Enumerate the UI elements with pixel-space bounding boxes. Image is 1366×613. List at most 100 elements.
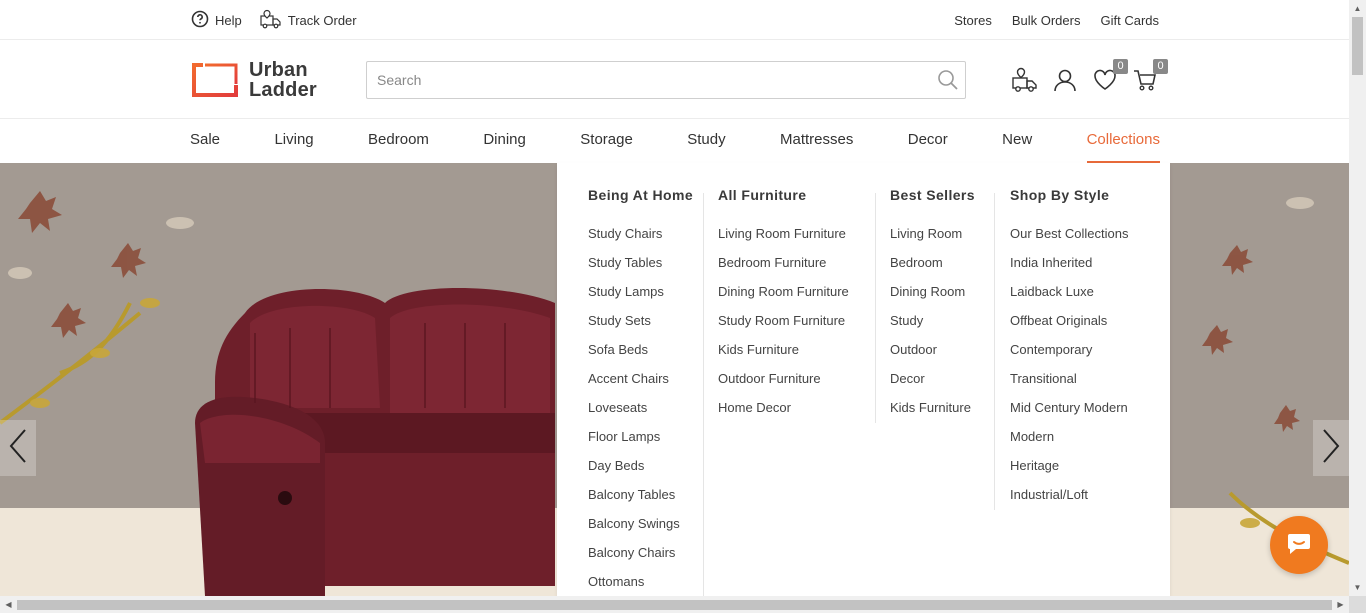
bulk-orders-link[interactable]: Bulk Orders xyxy=(1012,13,1081,28)
mega-link-living-room[interactable]: Living Room xyxy=(890,224,971,253)
nav-item-sale[interactable]: Sale xyxy=(190,119,220,163)
mega-column-links: Study Chairs Study Tables Study Lamps Study… xyxy=(588,224,680,601)
search-icon[interactable] xyxy=(937,69,959,96)
mega-link-transitional[interactable]: Transitional xyxy=(1010,369,1129,398)
mega-link-study-tables[interactable]: Study Tables xyxy=(588,253,680,282)
mega-link-study-chairs[interactable]: Study Chairs xyxy=(588,224,680,253)
logo-line-2: Ladder xyxy=(249,79,317,101)
mega-column-links: Living Room Bedroom Dining Room Study Outdoo… xyxy=(890,224,971,427)
nav-item-mattresses[interactable]: Mattresses xyxy=(780,119,853,163)
vertical-scrollbar[interactable]: ▲ ▼ xyxy=(1349,0,1366,596)
urban-ladder-logo[interactable]: Urban Ladder xyxy=(191,60,317,100)
recliner-sofa-image xyxy=(195,288,555,596)
cart-count-badge: 0 xyxy=(1153,59,1168,74)
mega-link-dining-room[interactable]: Dining Room xyxy=(890,282,971,311)
store-locator-icon[interactable] xyxy=(1012,67,1038,93)
chat-icon xyxy=(1286,531,1312,560)
track-order-link[interactable]: Track Order xyxy=(260,9,357,32)
mega-link-balcony-chairs[interactable]: Balcony Chairs xyxy=(588,543,680,572)
mega-link-kids-furniture[interactable]: Kids Furniture xyxy=(890,398,971,427)
mega-link-bedroom-furniture[interactable]: Bedroom Furniture xyxy=(718,253,849,282)
top-bar-right: Stores Bulk Orders Gift Cards xyxy=(954,0,1159,40)
mega-column-links: Our Best Collections India Inherited Laidb… xyxy=(1010,224,1129,514)
logo-line-1: Urban xyxy=(249,59,308,81)
mega-link-our-best-collections[interactable]: Our Best Collections xyxy=(1010,224,1129,253)
mega-link-balcony-tables[interactable]: Balcony Tables xyxy=(588,485,680,514)
mega-link-contemporary[interactable]: Contemporary xyxy=(1010,340,1129,369)
nav-item-collections[interactable]: Collections xyxy=(1086,119,1160,163)
chevron-left-icon xyxy=(8,428,28,469)
horizontal-scrollbar[interactable]: ◀ ▶ xyxy=(0,596,1349,613)
mega-link-mid-century-modern[interactable]: Mid Century Modern xyxy=(1010,398,1129,427)
mega-link-study-lamps[interactable]: Study Lamps xyxy=(588,282,680,311)
gift-cards-link[interactable]: Gift Cards xyxy=(1100,13,1159,28)
mega-link-bedroom[interactable]: Bedroom xyxy=(890,253,971,282)
chevron-right-icon xyxy=(1321,428,1341,469)
main-header: Urban Ladder 0 0 xyxy=(0,41,1349,119)
carousel-prev-button[interactable] xyxy=(0,420,36,476)
help-link[interactable]: Help xyxy=(191,10,242,31)
profile-icon[interactable] xyxy=(1052,67,1078,93)
mega-link-day-beds[interactable]: Day Beds xyxy=(588,456,680,485)
cart-icon[interactable]: 0 xyxy=(1132,59,1168,93)
scroll-down-icon[interactable]: ▼ xyxy=(1349,579,1366,596)
nav-item-decor[interactable]: Decor xyxy=(908,119,948,163)
mega-link-outdoor-furniture[interactable]: Outdoor Furniture xyxy=(718,369,849,398)
column-divider xyxy=(875,193,876,423)
header-icons: 0 0 xyxy=(1012,59,1168,93)
scroll-up-icon[interactable]: ▲ xyxy=(1349,0,1366,17)
help-label: Help xyxy=(215,12,242,28)
mega-link-accent-chairs[interactable]: Accent Chairs xyxy=(588,369,680,398)
nav-item-dining[interactable]: Dining xyxy=(483,119,526,163)
nav-item-storage[interactable]: Storage xyxy=(580,119,633,163)
mega-column-heading: Shop By Style xyxy=(1010,187,1110,203)
track-order-icon xyxy=(260,9,282,32)
mega-link-offbeat-originals[interactable]: Offbeat Originals xyxy=(1010,311,1129,340)
mega-link-decor[interactable]: Decor xyxy=(890,369,971,398)
mega-link-study-sets[interactable]: Study Sets xyxy=(588,311,680,340)
vertical-scroll-thumb[interactable] xyxy=(1352,17,1363,75)
column-divider xyxy=(994,193,995,510)
category-nav-list: Sale Living Bedroom Dining Storage Study Mattr… xyxy=(190,119,1160,163)
mega-link-floor-lamps[interactable]: Floor Lamps xyxy=(588,427,680,456)
mega-column-heading: Being At Home xyxy=(588,187,694,203)
mega-link-study[interactable]: Study xyxy=(890,311,971,340)
scroll-right-icon[interactable]: ▶ xyxy=(1332,596,1349,613)
horizontal-scroll-thumb[interactable] xyxy=(17,600,1332,610)
mega-link-india-inherited[interactable]: India Inherited xyxy=(1010,253,1129,282)
scrollbar-corner xyxy=(1349,596,1366,613)
mega-link-home-decor[interactable]: Home Decor xyxy=(718,398,849,427)
mega-column-heading: All Furniture xyxy=(718,187,807,203)
mega-link-sofa-beds[interactable]: Sofa Beds xyxy=(588,340,680,369)
stores-link[interactable]: Stores xyxy=(954,13,992,28)
mega-link-modern[interactable]: Modern xyxy=(1010,427,1129,456)
mega-link-living-room-furniture[interactable]: Living Room Furniture xyxy=(718,224,849,253)
mega-link-industrial-loft[interactable]: Industrial/Loft xyxy=(1010,485,1129,514)
column-divider xyxy=(703,193,704,596)
mega-link-kids-furniture[interactable]: Kids Furniture xyxy=(718,340,849,369)
mega-link-dining-room-furniture[interactable]: Dining Room Furniture xyxy=(718,282,849,311)
nav-item-living[interactable]: Living xyxy=(274,119,313,163)
logo-text: Urban Ladder xyxy=(249,60,317,100)
mega-link-heritage[interactable]: Heritage xyxy=(1010,456,1129,485)
logo-mark-icon xyxy=(191,62,239,98)
track-order-label: Track Order xyxy=(287,12,357,28)
top-bar: Help Track Order Stores Bulk Orders Gift… xyxy=(0,0,1349,40)
mega-link-balcony-swings[interactable]: Balcony Swings xyxy=(588,514,680,543)
mega-link-loveseats[interactable]: Loveseats xyxy=(588,398,680,427)
carousel-next-button[interactable] xyxy=(1313,420,1349,476)
mega-column-heading: Best Sellers xyxy=(890,187,975,203)
wishlist-count-badge: 0 xyxy=(1113,59,1128,74)
search-box xyxy=(366,61,966,99)
mega-link-laidback-luxe[interactable]: Laidback Luxe xyxy=(1010,282,1129,311)
nav-item-study[interactable]: Study xyxy=(687,119,725,163)
collections-mega-menu: Being At Home Study Chairs Study Tables St… xyxy=(557,163,1170,596)
nav-item-bedroom[interactable]: Bedroom xyxy=(368,119,429,163)
mega-link-study-room-furniture[interactable]: Study Room Furniture xyxy=(718,311,849,340)
chat-button[interactable] xyxy=(1270,516,1328,574)
scroll-left-icon[interactable]: ◀ xyxy=(0,596,17,613)
mega-link-outdoor[interactable]: Outdoor xyxy=(890,340,971,369)
search-input[interactable] xyxy=(367,62,927,98)
wishlist-icon[interactable]: 0 xyxy=(1092,59,1128,93)
nav-item-new[interactable]: New xyxy=(1002,119,1032,163)
